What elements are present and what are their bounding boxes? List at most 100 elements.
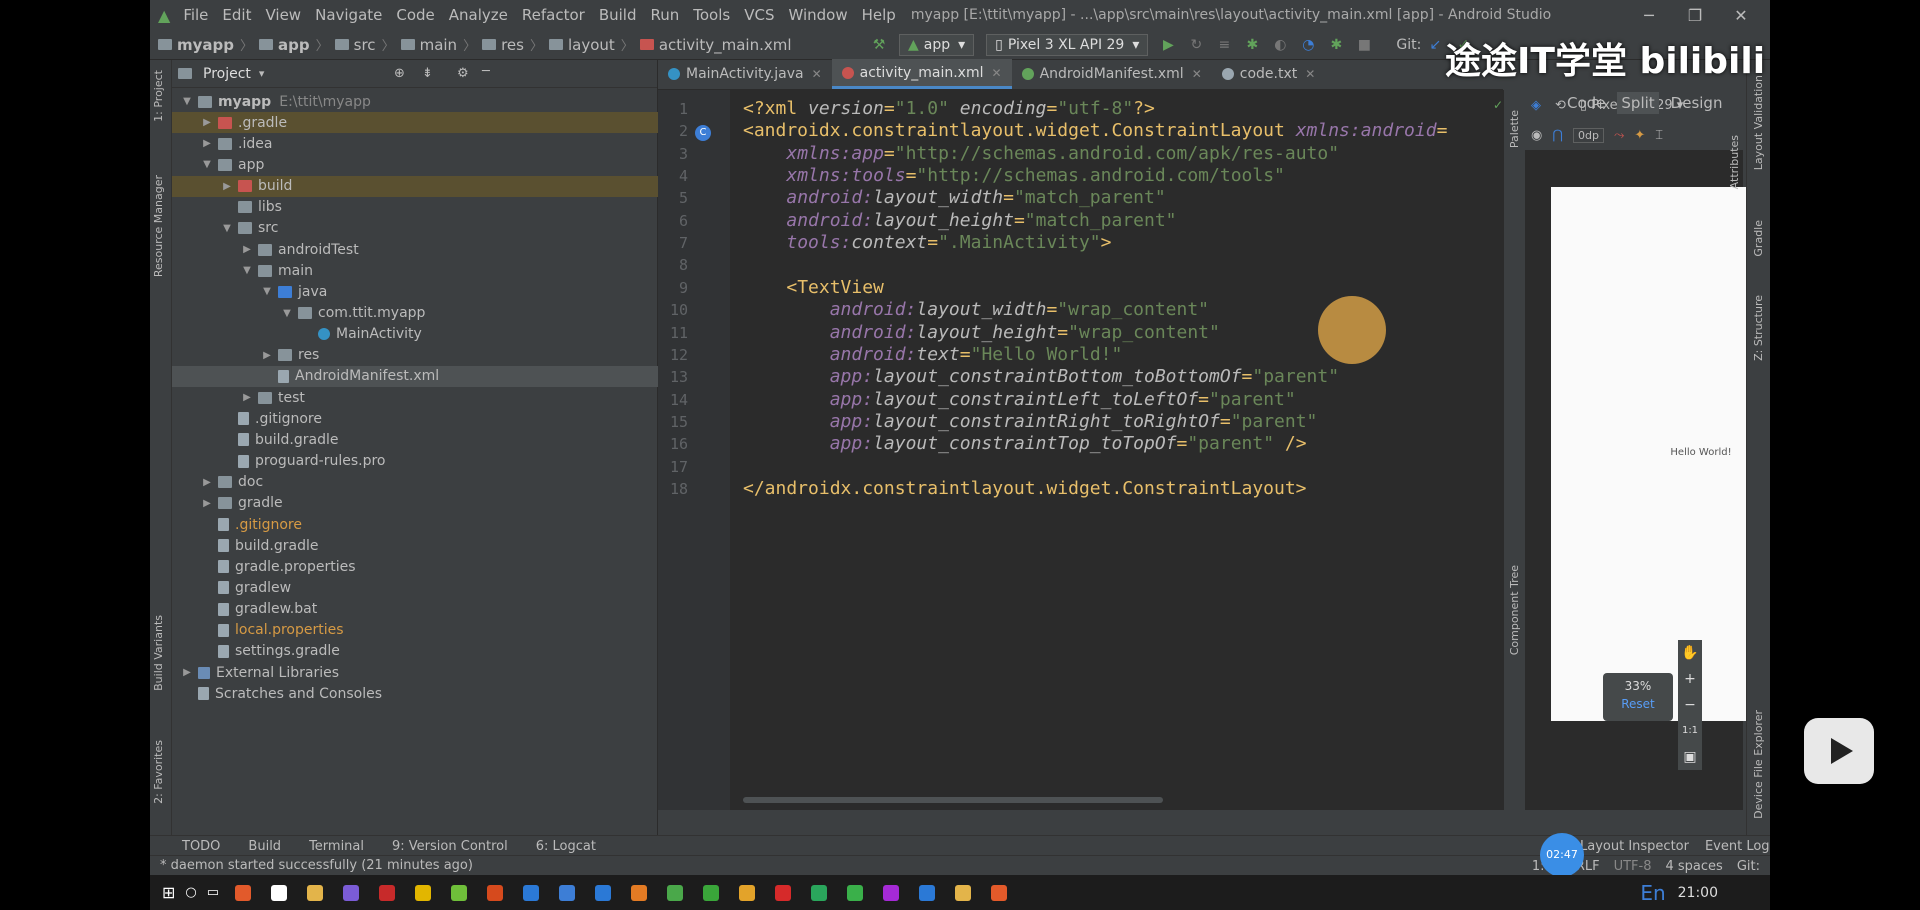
code-editor[interactable]: 1 2 3 4 5 6 7 8 9 10 11 12 13 14 15 16 17 18 <?xml versio… bbox=[658, 90, 1503, 810]
actual-size-button[interactable]: 1:1 bbox=[1678, 718, 1702, 744]
tree-item[interactable]: build.gradle bbox=[172, 429, 658, 450]
tree-item[interactable]: .gitignore bbox=[172, 514, 658, 535]
hide-icon[interactable]: ─ bbox=[482, 64, 490, 79]
task-view-icon[interactable]: ▭ bbox=[207, 885, 219, 900]
tab-mainactivity-java[interactable]: MainActivity.java ✕ bbox=[658, 59, 832, 89]
tab-build-variants[interactable]: Build Variants bbox=[152, 615, 165, 691]
taskbar-app-icon[interactable] bbox=[991, 884, 1008, 901]
taskbar-app-icon[interactable] bbox=[919, 884, 936, 901]
expand-arrow-icon[interactable]: ▶ bbox=[240, 392, 254, 403]
rerun-icon[interactable]: ↻ bbox=[1187, 36, 1205, 54]
debug-icon[interactable]: ✱ bbox=[1243, 36, 1261, 54]
breadcrumb-item[interactable]: activity_main.xml bbox=[639, 36, 792, 54]
tree-item[interactable]: AndroidManifest.xml bbox=[172, 365, 658, 387]
tool-tab-9-version-control[interactable]: 9: Version Control bbox=[392, 839, 508, 854]
hammer-icon[interactable]: ⚒ bbox=[870, 36, 888, 54]
tree-item[interactable]: MainActivity bbox=[172, 324, 658, 345]
layout-inspector-tab[interactable]: Layout Inspector bbox=[1580, 839, 1689, 854]
horizontal-scrollbar[interactable] bbox=[743, 797, 1163, 803]
taskbar-app-icon[interactable] bbox=[775, 884, 792, 901]
view-mode-design[interactable]: Design bbox=[1671, 94, 1723, 112]
tree-item[interactable]: gradlew bbox=[172, 577, 658, 598]
tab-resource-manager[interactable]: Resource Manager bbox=[152, 175, 165, 277]
taskbar-app-icon[interactable] bbox=[235, 884, 252, 901]
taskbar-app-icon[interactable] bbox=[811, 884, 828, 901]
code-line[interactable]: tools:context=".MainActivity"> bbox=[743, 232, 1111, 253]
device-select[interactable]: ▯ Pixel 3 XL API 29 ▾ bbox=[986, 34, 1149, 56]
close-tab-icon[interactable]: ✕ bbox=[1305, 67, 1315, 81]
taskbar-app-icon[interactable] bbox=[703, 884, 720, 901]
menu-tools[interactable]: Tools bbox=[686, 6, 737, 24]
tree-item[interactable]: ▼ main bbox=[172, 260, 658, 281]
windows-start-icon[interactable]: ⊞ bbox=[162, 883, 175, 902]
tab-layout-validation[interactable]: Layout Validation bbox=[1752, 75, 1765, 170]
expand-arrow-icon[interactable]: ▶ bbox=[200, 138, 214, 149]
code-line[interactable]: <TextView bbox=[743, 277, 884, 298]
taskbar-app-icon[interactable] bbox=[523, 884, 540, 901]
attach-debugger-icon[interactable]: ✱ bbox=[1327, 36, 1345, 54]
reset-zoom-link[interactable]: Reset bbox=[1603, 697, 1673, 711]
tab-androidmanifest-xml[interactable]: AndroidManifest.xml ✕ bbox=[1012, 59, 1212, 89]
collapse-icon[interactable]: ⇟ bbox=[422, 66, 433, 81]
tool-tab-build[interactable]: Build bbox=[248, 839, 281, 854]
device-preview[interactable]: Hello World! bbox=[1551, 187, 1770, 721]
code-line[interactable]: android:layout_width="wrap_content" bbox=[743, 299, 1209, 320]
git-update-icon[interactable]: ↙ bbox=[1426, 36, 1444, 54]
taskbar-app-icon[interactable] bbox=[307, 884, 324, 901]
project-view-select[interactable]: Project bbox=[203, 66, 251, 82]
profile-icon[interactable]: ◔ bbox=[1299, 36, 1317, 54]
coverage-icon[interactable]: ◐ bbox=[1271, 36, 1289, 54]
taskbar-app-icon[interactable] bbox=[739, 884, 756, 901]
taskbar-app-icon[interactable] bbox=[451, 884, 468, 901]
clock[interactable]: 21:00 bbox=[1678, 885, 1718, 901]
tree-item[interactable]: settings.gradle bbox=[172, 641, 658, 662]
tree-item[interactable]: ▼ java bbox=[172, 281, 658, 302]
tree-item[interactable]: ▼ app bbox=[172, 154, 658, 175]
preview-hello-text[interactable]: Hello World! bbox=[1551, 447, 1770, 458]
taskbar-app-icon[interactable] bbox=[847, 884, 864, 901]
menu-refactor[interactable]: Refactor bbox=[515, 6, 592, 24]
tree-item[interactable]: .gitignore bbox=[172, 408, 658, 429]
expand-arrow-icon[interactable]: ▶ bbox=[200, 477, 214, 488]
tree-item[interactable]: ▶ .gradle bbox=[172, 112, 658, 134]
menu-file[interactable]: File bbox=[176, 6, 215, 24]
breadcrumb-item[interactable]: app bbox=[259, 36, 310, 54]
view-mode-split[interactable]: Split bbox=[1617, 92, 1659, 114]
close-tab-icon[interactable]: ✕ bbox=[992, 66, 1002, 80]
event-log-tab[interactable]: Event Log bbox=[1705, 839, 1770, 854]
zoom-in-icon[interactable]: + bbox=[1678, 666, 1702, 692]
code-line[interactable]: app:layout_constraintTop_toTopOf="parent… bbox=[743, 433, 1307, 454]
tree-item[interactable]: build.gradle bbox=[172, 535, 658, 556]
tree-item[interactable]: local.properties bbox=[172, 620, 658, 641]
taskbar-app-icon[interactable] bbox=[343, 884, 360, 901]
tab-component-tree[interactable]: Component Tree bbox=[1508, 565, 1521, 655]
tree-item[interactable]: ▶ build bbox=[172, 175, 658, 197]
tree-item[interactable]: Scratches and Consoles bbox=[172, 683, 658, 704]
expand-arrow-icon[interactable]: ▶ bbox=[180, 667, 194, 678]
gear-icon[interactable]: ⚙ bbox=[457, 66, 469, 81]
menu-analyze[interactable]: Analyze bbox=[442, 6, 515, 24]
code-line[interactable]: android:layout_height="wrap_content" bbox=[743, 322, 1220, 343]
menu-view[interactable]: View bbox=[258, 6, 308, 24]
expand-arrow-icon[interactable]: ▼ bbox=[280, 308, 294, 319]
apply-changes-icon[interactable]: ≡ bbox=[1215, 36, 1233, 54]
indent-setting[interactable]: 4 spaces bbox=[1666, 859, 1723, 874]
ime-indicator[interactable]: En bbox=[1640, 881, 1665, 905]
tree-item[interactable]: ▶ External Libraries bbox=[172, 662, 658, 683]
close-tab-icon[interactable]: ✕ bbox=[1192, 67, 1202, 81]
fit-screen-icon[interactable]: ▣ bbox=[1678, 744, 1702, 770]
file-encoding[interactable]: UTF-8 bbox=[1614, 859, 1652, 874]
expand-arrow-icon[interactable]: ▶ bbox=[220, 181, 234, 192]
layers-icon[interactable]: ◈ bbox=[1531, 98, 1541, 113]
eye-icon[interactable]: ◉ bbox=[1531, 128, 1542, 143]
tab-palette[interactable]: Palette bbox=[1508, 110, 1521, 148]
expand-arrow-icon[interactable]: ▶ bbox=[240, 244, 254, 255]
code-line[interactable]: </androidx.constraintlayout.widget.Const… bbox=[743, 478, 1307, 499]
stop-icon[interactable]: ■ bbox=[1355, 36, 1373, 54]
tree-item[interactable]: ▶ test bbox=[172, 387, 658, 408]
code-line[interactable]: xmlns:tools="http://schemas.android.com/… bbox=[743, 165, 1285, 186]
chevron-down-icon[interactable]: ▾ bbox=[259, 67, 265, 80]
tab-favorites[interactable]: 2: Favorites bbox=[152, 740, 165, 804]
close-tab-icon[interactable]: ✕ bbox=[812, 67, 822, 81]
git-branch[interactable]: Git: bbox=[1737, 859, 1760, 874]
